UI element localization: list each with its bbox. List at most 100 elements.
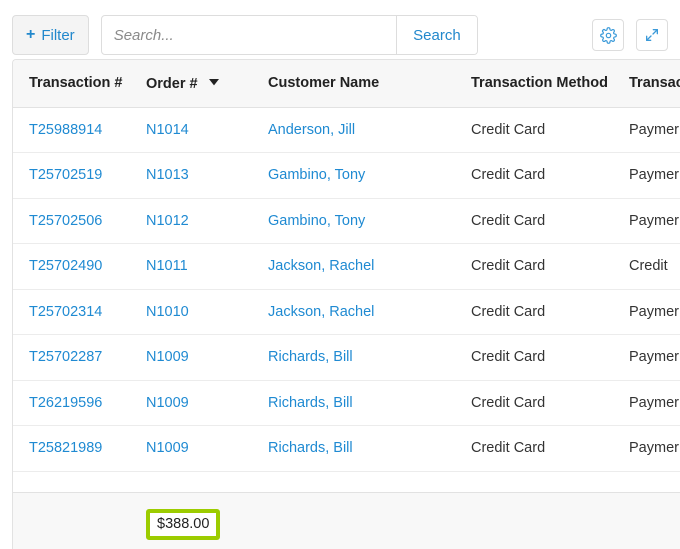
cell-type: Paymer: [629, 198, 680, 244]
settings-button[interactable]: [592, 19, 624, 51]
cell-method-value: Credit Card: [471, 212, 546, 229]
cell-customer: Richards, Bill: [268, 425, 471, 472]
cell-order: N1013: [146, 152, 268, 199]
cell-transaction-value[interactable]: T25702490: [29, 258, 102, 274]
spacer-cell: [471, 471, 629, 493]
cell-method: Credit Card: [471, 198, 629, 244]
cell-transaction-value[interactable]: T25702519: [29, 167, 102, 183]
cell-method: Credit Card: [471, 380, 629, 426]
cell-method-value: Credit Card: [471, 303, 546, 320]
column-header-transaction[interactable]: Transaction #: [13, 60, 146, 108]
cell-type-value: Paymer: [629, 167, 679, 184]
cell-customer-value[interactable]: Richards, Bill: [268, 349, 353, 365]
cell-type-value: Paymer: [629, 212, 679, 229]
expand-button[interactable]: [636, 19, 668, 51]
search-button[interactable]: Search: [396, 16, 477, 54]
cell-order-value[interactable]: N1014: [146, 122, 189, 138]
filter-button[interactable]: + Filter: [12, 15, 89, 55]
spacer-cell: [268, 471, 471, 493]
cell-customer-value[interactable]: Jackson, Rachel: [268, 304, 374, 320]
plus-icon: +: [26, 26, 36, 43]
cell-order: N1009: [146, 380, 268, 426]
cell-type: Paymer: [629, 152, 680, 199]
cell-order-value[interactable]: N1012: [146, 213, 189, 229]
cell-transaction: T25821989: [13, 425, 146, 472]
footer-cell-customer: [268, 492, 471, 549]
cell-method-value: Credit Card: [471, 121, 546, 138]
cell-order-value[interactable]: N1009: [146, 440, 189, 456]
cell-transaction: T26219596: [13, 380, 146, 426]
cell-transaction: T25702490: [13, 243, 146, 290]
column-header-type-label: Transac: [629, 75, 680, 92]
table-spacer-row: [13, 471, 680, 493]
table-row: T25702490 N1011 Jackson, Rachel Credit Card…: [13, 243, 680, 290]
cell-type-value: Paymer: [629, 349, 679, 366]
cell-type: Credit: [629, 243, 680, 290]
cell-transaction-value[interactable]: T25702314: [29, 304, 102, 320]
transactions-table: Transaction # Order # Customer Name Tran…: [13, 60, 680, 549]
spacer-cell: [146, 471, 268, 493]
cell-transaction-value[interactable]: T25702506: [29, 213, 102, 229]
cell-customer-value[interactable]: Gambino, Tony: [268, 213, 365, 229]
cell-transaction-value[interactable]: T25988914: [29, 122, 102, 138]
column-header-order-label: Order #: [146, 76, 198, 93]
spacer-cell: [13, 471, 146, 493]
cell-transaction: T25702314: [13, 289, 146, 335]
cell-order: N1012: [146, 198, 268, 244]
table-row: T25821989 N1009 Richards, Bill Credit Card P…: [13, 425, 680, 472]
cell-order-value[interactable]: N1009: [146, 395, 189, 411]
cell-customer-value[interactable]: Richards, Bill: [268, 440, 353, 456]
cell-type-value: Paymer: [629, 394, 679, 411]
cell-method-value: Credit Card: [471, 167, 546, 184]
footer-cell-transaction: [13, 492, 146, 549]
table-row: T25702506 N1012 Gambino, Tony Credit Card Pa…: [13, 198, 680, 244]
table-toolbar: + Filter Search: [0, 14, 680, 56]
column-header-type[interactable]: Transac: [629, 60, 680, 108]
cell-transaction-value[interactable]: T25821989: [29, 440, 102, 456]
cell-type: Paymer: [629, 107, 680, 153]
cell-customer-value[interactable]: Richards, Bill: [268, 395, 353, 411]
cell-method: Credit Card: [471, 334, 629, 381]
column-header-order[interactable]: Order #: [146, 60, 268, 108]
cell-order-value[interactable]: N1010: [146, 304, 189, 320]
cell-type: Paymer: [629, 425, 680, 472]
cell-customer: Anderson, Jill: [268, 107, 471, 153]
cell-order-value[interactable]: N1013: [146, 167, 189, 183]
cell-type: Paymer: [629, 289, 680, 335]
table-row: T25702287 N1009 Richards, Bill Credit Card P…: [13, 334, 680, 381]
cell-customer-value[interactable]: Anderson, Jill: [268, 122, 355, 138]
column-header-transaction-label: Transaction #: [29, 75, 123, 92]
total-amount-highlight: $388.00: [146, 508, 221, 540]
cell-order-value[interactable]: N1011: [146, 258, 188, 274]
table-row: T25702519 N1013 Gambino, Tony Credit Card Pa…: [13, 152, 680, 199]
cell-transaction-value[interactable]: T25702287: [29, 349, 102, 365]
cell-method: Credit Card: [471, 243, 629, 290]
cell-transaction-value[interactable]: T26219596: [29, 395, 102, 411]
cell-transaction: T25702287: [13, 334, 146, 381]
cell-customer-value[interactable]: Jackson, Rachel: [268, 258, 374, 274]
cell-type-value: Paymer: [629, 121, 679, 138]
footer-cell-method: [471, 492, 629, 549]
cell-method-value: Credit Card: [471, 394, 546, 411]
column-header-customer[interactable]: Customer Name: [268, 60, 471, 108]
cell-type-value: Paymer: [629, 303, 679, 320]
footer-cell-type: [629, 492, 680, 549]
cell-customer: Gambino, Tony: [268, 152, 471, 199]
search-input[interactable]: [101, 16, 397, 54]
cell-type-value: Credit: [629, 258, 668, 275]
cell-customer: Richards, Bill: [268, 334, 471, 381]
cell-method: Credit Card: [471, 107, 629, 153]
table-row: T25702314 N1010 Jackson, Rachel Credit Card…: [13, 289, 680, 335]
column-header-method[interactable]: Transaction Method: [471, 60, 629, 108]
column-header-customer-label: Customer Name: [268, 75, 380, 92]
cell-order: N1014: [146, 107, 268, 153]
cell-type-value: Paymer: [629, 440, 679, 457]
cell-order-value[interactable]: N1009: [146, 349, 189, 365]
cell-transaction: T25702519: [13, 152, 146, 199]
cell-customer-value[interactable]: Gambino, Tony: [268, 167, 365, 183]
table-footer-row: $388.00: [13, 492, 680, 549]
table-row: T26219596 N1009 Richards, Bill Credit Card P…: [13, 380, 680, 426]
transactions-table-container: Transaction # Order # Customer Name Tran…: [12, 59, 680, 549]
filter-button-label: Filter: [41, 26, 75, 44]
cell-method: Credit Card: [471, 152, 629, 199]
